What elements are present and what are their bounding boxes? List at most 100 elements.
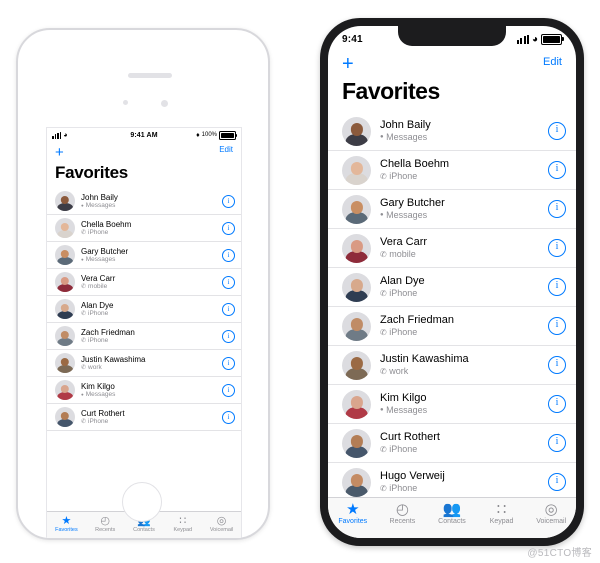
favorite-row[interactable]: Vera Carr ✆ mobile i (47, 269, 241, 296)
contact-name: John Baily (380, 119, 431, 131)
avatar (55, 407, 75, 427)
contact-type-label: mobile (389, 249, 416, 259)
avatar (342, 194, 371, 224)
edit-button[interactable]: Edit (543, 56, 562, 68)
tab-voicemail[interactable]: ◎ Voicemail (526, 498, 576, 538)
avatar (55, 299, 75, 319)
add-favorite-button[interactable]: + (55, 144, 64, 161)
voicemail-icon: ◎ (544, 501, 558, 518)
add-favorite-button[interactable]: + (342, 53, 354, 75)
right-phone-screen: 9:41 ◕ + Edit Favorites John Baily ● Messa… (328, 26, 576, 538)
right-status-time: 9:41 (342, 33, 363, 45)
right-tab-bar[interactable]: ★ Favorites ◴ Recents 👥 Contacts ∷ Keypad ◎ Voice… (328, 497, 576, 538)
tab-keypad[interactable]: ∷ Keypad (477, 498, 527, 538)
favorite-row-text: Justin Kawashima ✆ work (380, 353, 548, 377)
phone-icon: ✆ (81, 418, 87, 425)
contact-type-label: Messages (85, 255, 116, 263)
favorite-row[interactable]: John Baily ● Messages i (328, 112, 576, 151)
info-button[interactable]: i (548, 239, 566, 257)
tab-keypad[interactable]: ∷ Keypad (163, 512, 202, 538)
contact-type-label: iPhone (389, 444, 418, 454)
contact-name: Kim Kilgo (380, 392, 427, 404)
tab-recents[interactable]: ◴ Recents (86, 512, 125, 538)
info-button[interactable]: i (222, 356, 235, 370)
contact-name: Gary Butcher (380, 197, 445, 209)
tab-favorites[interactable]: ★ Favorites (47, 512, 86, 538)
info-button[interactable]: i (548, 317, 566, 335)
favorite-row[interactable]: Alan Dye ✆ iPhone i (47, 296, 241, 323)
favorite-row[interactable]: Alan Dye ✆ iPhone i (328, 268, 576, 307)
info-button[interactable]: i (548, 473, 566, 491)
favorite-row[interactable]: Zach Friedman ✆ iPhone i (328, 307, 576, 346)
tab-voicemail[interactable]: ◎ Voicemail (202, 512, 241, 538)
phone-icon: ✆ (380, 250, 387, 259)
tab-label: Favorites (55, 527, 78, 533)
left-status-right: ♦ 100% (196, 130, 238, 140)
favorite-row[interactable]: John Baily ● Messages i (47, 188, 241, 215)
contact-type-label: iPhone (88, 309, 109, 317)
info-button[interactable]: i (222, 329, 235, 343)
tab-favorites[interactable]: ★ Favorites (328, 498, 378, 538)
phone-icon: ✆ (380, 289, 387, 298)
avatar (342, 233, 371, 263)
info-button[interactable]: i (548, 278, 566, 296)
favorite-row[interactable]: Justin Kawashima ✆ work i (328, 346, 576, 385)
left-status-bar: ◕ 9:41 AM ♦ 100% (47, 128, 241, 142)
tab-contacts[interactable]: 👥Contacts (427, 498, 477, 538)
proximity-sensor-icon (123, 100, 128, 105)
info-button[interactable]: i (222, 410, 235, 424)
info-button[interactable]: i (548, 434, 566, 452)
favorite-row[interactable]: Gary Butcher ● Messages i (47, 242, 241, 269)
iphone-8-device: ◕ 9:41 AM ♦ 100% + Edit Favorites John B… (16, 28, 270, 540)
watermark: @51CTO博客 (527, 548, 592, 559)
voicemail-icon: ◎ (216, 515, 227, 527)
avatar (342, 428, 371, 458)
info-button[interactable]: i (222, 302, 235, 316)
info-button[interactable]: i (548, 161, 566, 179)
favorite-row[interactable]: Vera Carr ✆ mobile i (328, 229, 576, 268)
dot-icon: ● (81, 257, 84, 262)
contact-type: ✆ iPhone (81, 310, 222, 318)
contact-name: Justin Kawashima (380, 353, 469, 365)
info-button[interactable]: i (548, 356, 566, 374)
dot-icon: ● (380, 212, 384, 218)
favorites-list[interactable]: John Baily ● Messages i Chella Boehm ✆ iPhone i… (328, 112, 576, 502)
contact-name: Chella Boehm (380, 158, 450, 170)
info-button[interactable]: i (222, 383, 235, 397)
tab-label: Recents (95, 527, 116, 533)
phone-icon: ✆ (81, 310, 87, 317)
favorite-row[interactable]: Chella Boehm ✆ iPhone i (328, 151, 576, 190)
contact-name: Gary Butcher (81, 246, 129, 256)
info-button[interactable]: i (222, 275, 235, 289)
info-button[interactable]: i (222, 194, 235, 208)
info-button[interactable]: i (548, 122, 566, 140)
home-button[interactable] (122, 482, 162, 522)
favorite-row[interactable]: Chella Boehm ✆ iPhone i (47, 215, 241, 242)
contact-name: Zach Friedman (81, 327, 135, 337)
favorite-row[interactable]: Kim Kilgo ● Messages i (328, 385, 576, 424)
info-button[interactable]: i (222, 248, 235, 262)
favorite-row-text: Chella Boehm ✆ iPhone (380, 158, 548, 182)
info-button[interactable]: i (548, 200, 566, 218)
contact-type: ● Messages (81, 391, 222, 399)
info-button[interactable]: i (222, 221, 235, 235)
tab-recents[interactable]: ◴ Recents (378, 498, 428, 538)
favorite-row[interactable]: Curt Rothert ✆ iPhone i (328, 424, 576, 463)
avatar (55, 326, 75, 346)
favorites-list[interactable]: John Baily ● Messages i Chella Boehm ✆ iPhone i… (47, 188, 241, 431)
favorite-row[interactable]: Curt Rothert ✆ iPhone i (47, 404, 241, 431)
favorite-row-text: Zach Friedman ✆ iPhone (380, 314, 548, 338)
favorite-row[interactable]: Kim Kilgo ● Messages i (47, 377, 241, 404)
favorite-row[interactable]: Justin Kawashima ✆ work i (47, 350, 241, 377)
favorite-row[interactable]: Gary Butcher ● Messages i (328, 190, 576, 229)
contact-name: Vera Carr (81, 273, 116, 283)
dot-icon: ● (380, 407, 384, 413)
info-button[interactable]: i (548, 395, 566, 413)
edit-button[interactable]: Edit (219, 145, 233, 154)
phone-icon: ✆ (380, 445, 387, 454)
favorite-row[interactable]: Zach Friedman ✆ iPhone i (47, 323, 241, 350)
avatar (55, 353, 75, 373)
tab-label: Contacts (133, 527, 155, 533)
keypad-icon: ∷ (496, 501, 507, 518)
avatar (55, 191, 75, 211)
